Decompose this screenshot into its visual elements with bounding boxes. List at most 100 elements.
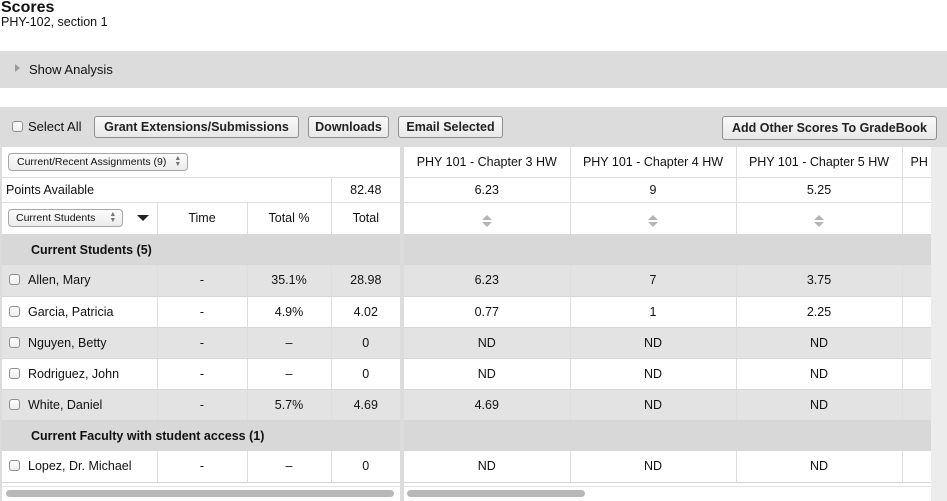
score-cell[interactable]: 6.23 <box>404 265 571 297</box>
score-row: 0.77 1 2.25 <box>404 296 931 328</box>
caret-down-icon[interactable] <box>136 214 149 221</box>
row-checkbox[interactable] <box>9 336 20 348</box>
sort-icon[interactable] <box>481 215 492 228</box>
right-scrollbar-thumb[interactable] <box>407 490 585 497</box>
group-spacer <box>404 420 931 451</box>
score-cell[interactable]: ND <box>570 389 737 421</box>
group-header-row <box>404 420 931 451</box>
time-cell: - <box>157 389 248 421</box>
grant-extensions-button[interactable]: Grant Extensions/Submissions <box>94 116 299 138</box>
assignment-column-header[interactable]: PHY 101 - Chapter 3 HW <box>404 147 571 178</box>
assignment-points-available: 6.23 <box>404 177 571 203</box>
left-horizontal-scrollbar[interactable] <box>2 486 400 498</box>
vertical-scroll-gutter <box>931 147 947 501</box>
assignments-select[interactable]: Current/Recent Assignments (9) ▲ ▼ <box>8 152 189 171</box>
email-selected-button[interactable]: Email Selected <box>398 116 503 138</box>
student-name[interactable]: Garcia, Patricia <box>28 305 113 319</box>
student-name[interactable]: White, Daniel <box>28 398 102 412</box>
students-select-value: Current Students <box>16 212 96 225</box>
score-cell[interactable]: ND <box>570 327 737 359</box>
students-select[interactable]: Current Students ▲ ▼ <box>8 209 124 228</box>
points-available-label: Points Available <box>2 177 332 203</box>
total-cell: 0 <box>331 451 400 483</box>
time-cell: - <box>157 451 248 483</box>
total-pct-cell: 5.7% <box>247 389 332 421</box>
left-scrollbar-thumb[interactable] <box>6 490 394 497</box>
score-cell[interactable]: ND <box>736 327 903 359</box>
row-checkbox[interactable] <box>9 460 20 472</box>
score-cell[interactable]: 1 <box>570 296 737 328</box>
score-cell[interactable]: 7 <box>570 265 737 297</box>
total-cell: 4.69 <box>331 389 400 421</box>
sort-icon[interactable] <box>814 215 824 228</box>
score-cell-partial[interactable] <box>902 296 931 328</box>
group-label: Current Students (5) <box>2 234 400 265</box>
column-header-time[interactable]: Time <box>157 202 248 234</box>
student-name[interactable]: Nguyen, Betty <box>28 336 107 350</box>
score-cell[interactable]: ND <box>404 358 571 390</box>
total-cell: 28.98 <box>331 265 400 297</box>
total-cell: 0 <box>331 358 400 390</box>
score-cell[interactable]: ND <box>736 389 903 421</box>
column-header-total-pct[interactable]: Total % <box>247 202 332 234</box>
gradebook-toolbar: Select All Grant Extensions/Submissions … <box>0 107 947 147</box>
assignment-points-available: 9 <box>570 177 737 203</box>
student-name-cell[interactable]: White, Daniel <box>2 389 158 421</box>
score-cell[interactable]: 3.75 <box>736 265 903 297</box>
score-cell-partial[interactable] <box>902 265 931 297</box>
score-cell[interactable]: ND <box>404 327 571 359</box>
score-cell[interactable]: ND <box>736 358 903 390</box>
student-name[interactable]: Lopez, Dr. Michael <box>28 459 132 473</box>
sort-icon[interactable] <box>648 215 658 228</box>
assignment-column-header[interactable]: PHY 101 - Chapter 5 HW <box>736 147 903 178</box>
score-cell-partial[interactable] <box>902 358 931 390</box>
student-name[interactable]: Allen, Mary <box>28 273 91 287</box>
score-cell[interactable]: 4.69 <box>404 389 571 421</box>
assignment-column-header[interactable]: PHY 101 - Chapter 4 HW <box>570 147 737 178</box>
student-name[interactable]: Rodriguez, John <box>28 367 119 381</box>
score-row: 4.69 ND ND <box>404 389 931 421</box>
assignment-scores-panel: PHY 101 - Chapter 3 HW PHY 101 - Chapter … <box>404 147 931 501</box>
group-header-row: Current Faculty with student access (1) <box>2 420 400 451</box>
student-name-cell[interactable]: Lopez, Dr. Michael <box>2 451 158 483</box>
score-cell-partial[interactable] <box>902 327 931 359</box>
checkbox-icon[interactable] <box>12 121 23 132</box>
row-checkbox[interactable] <box>9 367 20 379</box>
select-all-checkbox[interactable]: Select All <box>12 119 81 134</box>
select-all-label: Select All <box>28 119 82 134</box>
student-name-cell[interactable]: Allen, Mary <box>2 265 158 297</box>
show-analysis-toggle[interactable]: Show Analysis <box>0 51 947 88</box>
row-checkbox[interactable] <box>9 398 20 410</box>
score-cell-partial[interactable] <box>902 389 931 421</box>
row-checkbox[interactable] <box>9 274 20 286</box>
downloads-button[interactable]: Downloads <box>308 116 389 138</box>
score-cell[interactable]: 0.77 <box>404 296 571 328</box>
student-name-cell[interactable]: Garcia, Patricia <box>2 296 158 328</box>
page-title: Scores <box>1 0 55 16</box>
right-horizontal-scrollbar[interactable] <box>404 486 931 498</box>
score-cell[interactable]: ND <box>736 451 903 483</box>
triangle-right-icon <box>15 64 20 72</box>
score-cell-partial[interactable] <box>902 451 931 483</box>
column-header-total[interactable]: Total <box>331 202 400 234</box>
total-cell: 4.02 <box>331 296 400 328</box>
assignment-column-header[interactable]: PH <box>902 147 931 178</box>
student-summary-panel: Current/Recent Assignments (9) ▲ ▼ Points… <box>2 147 400 501</box>
time-cell: - <box>157 327 248 359</box>
group-label: Current Faculty with student access (1) <box>2 420 400 451</box>
student-row: Rodriguez, John - –0 <box>2 358 400 390</box>
score-cell[interactable]: 2.25 <box>736 296 903 328</box>
add-other-scores-button[interactable]: Add Other Scores To GradeBook <box>722 116 937 140</box>
sort-cell <box>736 202 903 234</box>
score-row: ND ND ND <box>404 451 931 483</box>
assignment-points-available <box>902 177 931 203</box>
student-row: Allen, Mary -35.1% 28.98 <box>2 265 400 297</box>
score-cell[interactable]: ND <box>570 358 737 390</box>
row-checkbox[interactable] <box>9 305 20 317</box>
student-name-cell[interactable]: Nguyen, Betty <box>2 327 158 359</box>
score-cell[interactable]: ND <box>570 451 737 483</box>
total-pct-cell: 35.1% <box>247 265 332 297</box>
student-name-cell[interactable]: Rodriguez, John <box>2 358 158 390</box>
score-cell[interactable]: ND <box>404 451 571 483</box>
student-row: Lopez, Dr. Michael - –0 <box>2 451 400 483</box>
